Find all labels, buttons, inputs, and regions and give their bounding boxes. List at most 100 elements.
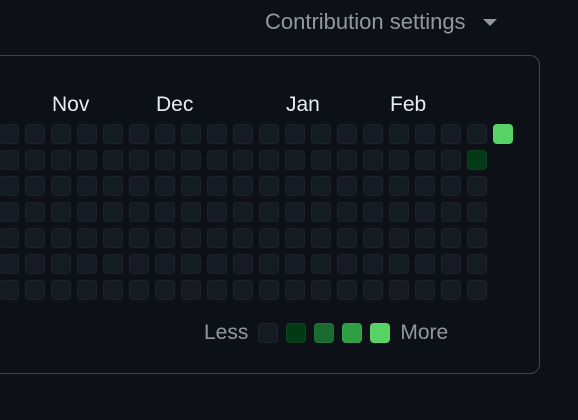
contribution-day-cell[interactable] bbox=[207, 176, 227, 196]
contribution-day-cell[interactable] bbox=[337, 280, 357, 300]
contribution-day-cell[interactable] bbox=[363, 202, 383, 222]
contribution-day-cell[interactable] bbox=[181, 150, 201, 170]
contribution-day-cell[interactable] bbox=[233, 228, 253, 248]
contribution-day-cell[interactable] bbox=[259, 202, 279, 222]
contribution-day-cell[interactable] bbox=[181, 176, 201, 196]
contribution-day-cell[interactable] bbox=[285, 280, 305, 300]
contribution-day-cell[interactable] bbox=[129, 176, 149, 196]
contribution-day-cell[interactable] bbox=[311, 228, 331, 248]
contribution-day-cell[interactable] bbox=[389, 124, 409, 144]
contribution-day-cell[interactable] bbox=[51, 254, 71, 274]
contribution-day-cell[interactable] bbox=[259, 150, 279, 170]
contribution-day-cell[interactable] bbox=[155, 254, 175, 274]
contribution-day-cell[interactable] bbox=[51, 280, 71, 300]
contribution-day-cell[interactable] bbox=[77, 176, 97, 196]
contribution-day-cell[interactable] bbox=[51, 150, 71, 170]
contribution-day-cell[interactable] bbox=[259, 254, 279, 274]
contribution-day-cell[interactable] bbox=[311, 124, 331, 144]
contribution-day-cell[interactable] bbox=[25, 254, 45, 274]
contribution-day-cell[interactable] bbox=[207, 280, 227, 300]
contribution-day-cell[interactable] bbox=[311, 202, 331, 222]
contribution-day-cell[interactable] bbox=[311, 176, 331, 196]
contribution-day-cell[interactable] bbox=[363, 280, 383, 300]
contribution-day-cell[interactable] bbox=[155, 228, 175, 248]
contribution-day-cell[interactable] bbox=[285, 228, 305, 248]
contribution-day-cell[interactable] bbox=[51, 202, 71, 222]
contribution-day-cell[interactable] bbox=[25, 150, 45, 170]
contribution-day-cell[interactable] bbox=[467, 254, 487, 274]
contribution-day-cell[interactable] bbox=[467, 228, 487, 248]
contribution-day-cell[interactable] bbox=[285, 150, 305, 170]
contribution-day-cell[interactable] bbox=[259, 280, 279, 300]
contribution-day-cell[interactable] bbox=[337, 254, 357, 274]
contribution-day-cell[interactable] bbox=[441, 254, 461, 274]
contribution-day-cell[interactable] bbox=[0, 280, 19, 300]
contribution-day-cell[interactable] bbox=[441, 202, 461, 222]
contribution-day-cell[interactable] bbox=[415, 280, 435, 300]
contribution-day-cell[interactable] bbox=[103, 176, 123, 196]
contribution-day-cell[interactable] bbox=[181, 124, 201, 144]
contribution-day-cell[interactable] bbox=[467, 280, 487, 300]
contribution-day-cell[interactable] bbox=[129, 280, 149, 300]
contribution-day-cell[interactable] bbox=[363, 176, 383, 196]
contribution-day-cell[interactable] bbox=[233, 280, 253, 300]
contribution-day-cell[interactable] bbox=[233, 176, 253, 196]
contribution-day-cell[interactable] bbox=[25, 176, 45, 196]
contribution-day-cell[interactable] bbox=[337, 228, 357, 248]
contribution-day-cell[interactable] bbox=[285, 124, 305, 144]
contribution-day-cell[interactable] bbox=[389, 202, 409, 222]
contribution-day-cell[interactable] bbox=[103, 280, 123, 300]
contribution-day-cell[interactable] bbox=[129, 228, 149, 248]
contribution-day-cell[interactable] bbox=[51, 228, 71, 248]
contribution-day-cell[interactable] bbox=[363, 254, 383, 274]
contribution-day-cell[interactable] bbox=[389, 150, 409, 170]
contribution-day-cell[interactable] bbox=[441, 280, 461, 300]
contribution-day-cell[interactable] bbox=[155, 202, 175, 222]
contribution-day-cell[interactable] bbox=[129, 124, 149, 144]
contribution-day-cell[interactable] bbox=[103, 228, 123, 248]
contribution-day-cell[interactable] bbox=[415, 150, 435, 170]
contribution-day-cell[interactable] bbox=[441, 228, 461, 248]
contribution-day-cell[interactable] bbox=[207, 228, 227, 248]
contribution-day-cell[interactable] bbox=[77, 254, 97, 274]
contribution-day-cell[interactable] bbox=[207, 254, 227, 274]
contribution-day-cell[interactable] bbox=[389, 280, 409, 300]
contribution-day-cell[interactable] bbox=[363, 124, 383, 144]
contribution-day-cell[interactable] bbox=[259, 228, 279, 248]
contribution-day-cell[interactable] bbox=[311, 254, 331, 274]
contribution-day-cell[interactable] bbox=[285, 202, 305, 222]
contribution-day-cell[interactable] bbox=[77, 202, 97, 222]
contribution-day-cell[interactable] bbox=[233, 202, 253, 222]
contribution-day-cell[interactable] bbox=[389, 254, 409, 274]
contribution-day-cell[interactable] bbox=[129, 150, 149, 170]
contribution-day-cell[interactable] bbox=[103, 254, 123, 274]
contribution-day-cell[interactable] bbox=[415, 254, 435, 274]
contribution-day-cell[interactable] bbox=[207, 150, 227, 170]
contribution-day-cell[interactable] bbox=[77, 280, 97, 300]
contribution-day-cell[interactable] bbox=[155, 176, 175, 196]
contribution-day-cell[interactable] bbox=[389, 228, 409, 248]
contribution-day-cell[interactable] bbox=[415, 228, 435, 248]
contribution-day-cell[interactable] bbox=[25, 124, 45, 144]
contribution-day-cell[interactable] bbox=[51, 176, 71, 196]
contribution-day-cell[interactable] bbox=[103, 202, 123, 222]
contribution-day-cell[interactable] bbox=[181, 202, 201, 222]
contribution-day-cell[interactable] bbox=[77, 150, 97, 170]
contribution-day-cell[interactable] bbox=[25, 202, 45, 222]
contribution-day-cell[interactable] bbox=[337, 176, 357, 196]
contribution-day-cell[interactable] bbox=[285, 254, 305, 274]
contribution-day-cell[interactable] bbox=[415, 124, 435, 144]
contribution-day-cell[interactable] bbox=[181, 254, 201, 274]
contribution-day-cell[interactable] bbox=[467, 176, 487, 196]
contribution-day-cell[interactable] bbox=[0, 254, 19, 274]
contribution-day-cell[interactable] bbox=[467, 150, 487, 170]
contribution-day-cell[interactable] bbox=[0, 228, 19, 248]
contribution-day-cell[interactable] bbox=[181, 228, 201, 248]
contribution-day-cell[interactable] bbox=[415, 202, 435, 222]
contribution-day-cell[interactable] bbox=[441, 150, 461, 170]
contribution-day-cell[interactable] bbox=[103, 124, 123, 144]
contribution-day-cell[interactable] bbox=[0, 202, 19, 222]
contribution-day-cell[interactable] bbox=[467, 124, 487, 144]
contribution-day-cell[interactable] bbox=[0, 124, 19, 144]
contribution-day-cell[interactable] bbox=[363, 150, 383, 170]
